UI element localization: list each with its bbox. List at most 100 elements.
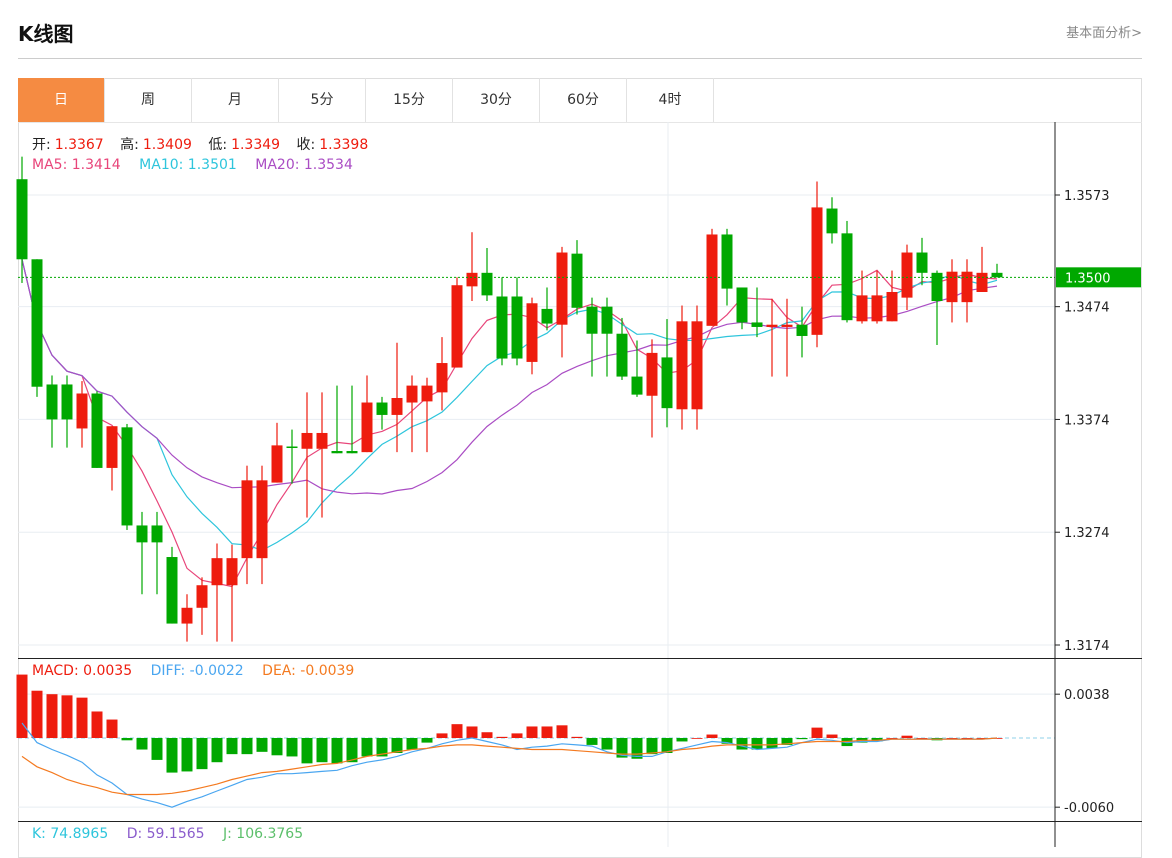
ma5-value: MA5: 1.3414 bbox=[32, 157, 121, 173]
macd-bar bbox=[766, 738, 778, 749]
candle-up bbox=[76, 393, 88, 429]
candle-up bbox=[226, 558, 238, 586]
candle-down bbox=[376, 402, 388, 415]
low-value: 1.3349 bbox=[231, 137, 281, 153]
ma10-value: MA10: 1.3501 bbox=[139, 157, 237, 173]
macd-bar bbox=[211, 738, 223, 763]
candle-down bbox=[751, 322, 763, 327]
macd-bar bbox=[676, 738, 688, 742]
macd-bar bbox=[166, 738, 178, 773]
ohlc-info: 开: 1.3367 高: 1.3409 低: 1.3349 收: 1.3398 bbox=[32, 134, 372, 154]
macd-bar bbox=[556, 725, 568, 738]
candle-up bbox=[961, 271, 973, 303]
candle-down bbox=[796, 324, 808, 336]
candle-down bbox=[841, 233, 853, 321]
candle-up bbox=[256, 480, 268, 559]
candle-up bbox=[436, 363, 448, 393]
k-value: K: 74.8965 bbox=[32, 826, 109, 842]
macd-bar bbox=[421, 738, 433, 743]
macd-bar bbox=[526, 726, 538, 738]
candle-up bbox=[856, 295, 868, 322]
high-value: 1.3409 bbox=[142, 137, 192, 153]
macd-bar bbox=[31, 690, 43, 738]
candle-up bbox=[241, 480, 253, 559]
macd-bar bbox=[406, 738, 418, 750]
candle-down bbox=[736, 287, 748, 323]
candle-down bbox=[826, 208, 838, 234]
candle-up bbox=[211, 558, 223, 586]
candle-down bbox=[541, 308, 553, 324]
macd-bar bbox=[571, 736, 583, 738]
candle-down bbox=[586, 306, 598, 334]
macd-bar bbox=[226, 738, 238, 755]
macd-bar bbox=[271, 738, 283, 756]
candle-down bbox=[346, 451, 358, 454]
candle-up bbox=[706, 234, 718, 326]
macd-bar bbox=[706, 734, 718, 738]
kline-chart[interactable]: 1.3573 1.3474 1.3374 1.3274 1.3174 0.0038 -0.0… bbox=[0, 0, 1172, 847]
macd-bar bbox=[286, 738, 298, 757]
candle-up bbox=[676, 321, 688, 410]
candle-up bbox=[301, 432, 313, 449]
candle-up bbox=[421, 385, 433, 402]
candle-down bbox=[121, 427, 133, 526]
macd-bar bbox=[61, 695, 73, 738]
macd-bar bbox=[316, 738, 328, 763]
candle-up bbox=[361, 402, 373, 453]
macd-bar bbox=[901, 735, 913, 738]
macd-bar bbox=[106, 719, 118, 738]
current-price-label: 1.3500 bbox=[1065, 271, 1111, 286]
macd-bar bbox=[541, 726, 553, 738]
candle-up bbox=[391, 398, 403, 415]
macd-tick-label: 0.0038 bbox=[1064, 688, 1110, 703]
candle-down bbox=[661, 357, 673, 409]
candle-down bbox=[511, 296, 523, 359]
candle-down bbox=[721, 234, 733, 289]
macd-bar bbox=[196, 738, 208, 770]
candle-up bbox=[691, 321, 703, 410]
macd-bar bbox=[121, 738, 133, 741]
macd-bar bbox=[91, 711, 103, 738]
candle-down bbox=[91, 393, 103, 468]
candle-up bbox=[316, 432, 328, 449]
macd-bar bbox=[826, 734, 838, 738]
candle-down bbox=[46, 384, 58, 420]
candle-down bbox=[31, 259, 43, 387]
candle-down bbox=[136, 525, 148, 543]
macd-bar bbox=[151, 738, 163, 760]
candle-up bbox=[271, 445, 283, 483]
candle-up bbox=[526, 303, 538, 362]
candle-up bbox=[466, 272, 478, 287]
price-tick-label: 1.3174 bbox=[1064, 639, 1110, 654]
macd-bar bbox=[796, 738, 808, 740]
low-label: 低: bbox=[208, 137, 228, 153]
macd-tick-label: -0.0060 bbox=[1064, 801, 1114, 816]
macd-bar bbox=[466, 726, 478, 738]
macd-bar bbox=[736, 738, 748, 750]
macd-bar bbox=[691, 738, 703, 739]
candle-down bbox=[916, 252, 928, 273]
candle-up bbox=[766, 324, 778, 327]
macd-bar bbox=[136, 738, 148, 750]
candle-down bbox=[331, 451, 343, 454]
macd-bar bbox=[646, 738, 658, 755]
candle-up bbox=[901, 252, 913, 298]
d-value: D: 59.1565 bbox=[126, 826, 205, 842]
open-label: 开: bbox=[32, 137, 51, 153]
macd-bar bbox=[241, 738, 253, 755]
macd-bar bbox=[256, 738, 268, 752]
macd-bar bbox=[601, 738, 613, 750]
macd-bar bbox=[496, 736, 508, 738]
macd-bar bbox=[76, 697, 88, 738]
candle-up bbox=[976, 272, 988, 292]
macd-value: MACD: 0.0035 bbox=[32, 663, 133, 679]
close-value: 1.3398 bbox=[319, 137, 369, 153]
candle-down bbox=[481, 272, 493, 296]
macd-bar bbox=[331, 738, 343, 764]
j-value: J: 106.3765 bbox=[223, 826, 304, 842]
candle-up bbox=[181, 607, 193, 624]
candle-up bbox=[106, 426, 118, 468]
macd-bar bbox=[436, 733, 448, 738]
candle-up bbox=[811, 207, 823, 335]
candle-down bbox=[151, 525, 163, 543]
